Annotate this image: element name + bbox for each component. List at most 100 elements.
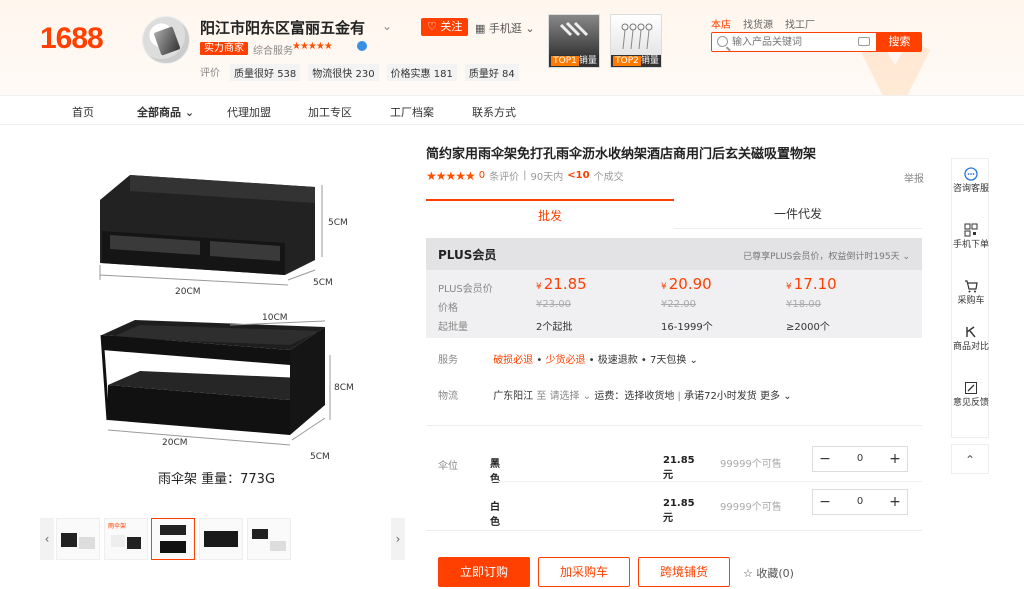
chevron-left-icon[interactable]: ‹ (40, 518, 54, 560)
destination-select[interactable]: 请选择 ⌄ (550, 391, 592, 402)
cross-border-button[interactable]: 跨境铺货 (638, 557, 730, 587)
plus-price-value: 20.90 (668, 275, 712, 293)
top-product-card[interactable]: TOP2 销量 (610, 14, 662, 68)
chip-count: 181 (433, 69, 453, 80)
shop-avatar[interactable] (142, 16, 190, 64)
plus-button[interactable]: + (883, 490, 907, 514)
product-main-image[interactable]: 20CM 5CM 5CM 10CM 8CM 20CM 5CM 雨伞架 重量：77… (40, 135, 405, 515)
dim-bottom-width: 20CM (162, 438, 188, 448)
plus-price-tier-2: ¥20.90 (661, 275, 712, 293)
plus-note[interactable]: 已尊享PLUS会员价，权益倒计时195天 ⌄ (743, 249, 910, 262)
mobile-browse-link[interactable]: ▦ 手机逛 ⌄ (475, 20, 535, 36)
search-input[interactable] (732, 35, 852, 49)
thumbnail[interactable]: 雨伞架 (104, 518, 148, 560)
plus-button[interactable]: + (883, 447, 907, 471)
section-divider (426, 530, 922, 531)
nav-agency[interactable]: 代理加盟 (227, 104, 271, 120)
site-logo[interactable]: 1688 (40, 22, 104, 56)
dim-top-width: 20CM (175, 287, 201, 297)
chevron-down-icon[interactable]: ⌄ (690, 355, 698, 366)
tool-customer-service[interactable]: 咨询客服 (952, 167, 990, 195)
logistics-row: 物流 广东阳江 至 请选择 ⌄ 运费：选择收货地 | 承诺72小时发货 更多 ⌄ (438, 387, 792, 402)
star-outline-icon: ☆ (743, 567, 753, 580)
more-label: 更多 (760, 391, 780, 402)
tool-mobile-order[interactable]: 手机下单 (952, 223, 990, 251)
service-item: 7天包换 (649, 355, 687, 366)
moq-tier-3: ≥2000个 (786, 322, 830, 333)
nav-all-products[interactable]: 全部商品 ⌄ (137, 104, 194, 120)
back-to-top-button[interactable]: ⌃ (951, 444, 989, 474)
follow-button[interactable]: ♡ 关注 (421, 18, 469, 36)
thumbnail[interactable] (56, 518, 100, 560)
quantity-stepper: − 0 + (812, 489, 908, 515)
service-item: 极速退款 (597, 355, 638, 366)
tool-label: 咨询客服 (952, 184, 989, 194)
minus-button[interactable]: − (813, 447, 837, 471)
top-label: 销量 (640, 56, 659, 66)
chevron-right-icon[interactable]: › (391, 518, 405, 560)
search-button[interactable]: 搜索 (877, 32, 922, 52)
thumbnail-image: 雨伞架 (108, 522, 141, 549)
logistics-origin: 广东阳江 (493, 391, 534, 402)
logistics-more[interactable]: 更多 ⌄ (760, 391, 792, 402)
deal-suffix: 个成交 (593, 172, 624, 183)
feedback-icon (965, 382, 977, 394)
thumbnail-strip: ‹ 雨伞架 › (40, 517, 405, 562)
quantity-input[interactable]: 0 (837, 490, 883, 514)
evaluation-chip[interactable]: 质量好 84 (464, 64, 519, 81)
services-label: 服务 (438, 355, 458, 366)
evaluation-tags: 评价 质量很好 538 物流很快 230 价格实惠 181 质量好 84 (200, 64, 519, 81)
divider: | (523, 170, 527, 181)
tab-find-source[interactable]: 找货源 (743, 16, 773, 31)
thumbnail-image (204, 531, 238, 547)
report-link[interactable]: 举报 (904, 170, 924, 185)
camera-icon[interactable] (858, 37, 870, 46)
moq-label: 起批量 (438, 322, 468, 333)
price-label: 价格 (438, 303, 458, 314)
add-to-cart-button[interactable]: 加采购车 (538, 557, 630, 587)
nav-factory[interactable]: 工厂档案 (390, 104, 434, 120)
tab-find-factory[interactable]: 找工厂 (785, 16, 815, 31)
chevron-down-icon: ⌄ (783, 391, 792, 402)
product-rating-row: ★★★★★ 0 条评价 | 90天内 <10 个成交 (426, 168, 624, 184)
thumbnail[interactable] (199, 518, 243, 560)
grid-icon: ▦ (475, 22, 486, 35)
compare-icon (966, 326, 976, 338)
thumbnail-active[interactable] (151, 518, 195, 560)
tab-wholesale[interactable]: 批发 (426, 199, 674, 229)
thumbnail[interactable] (247, 518, 291, 560)
strength-badge: 实力商家 (200, 42, 248, 55)
top-product-tag: TOP1 销量 (549, 55, 599, 67)
buy-now-button[interactable]: 立即订购 (438, 557, 530, 587)
nav-contact[interactable]: 联系方式 (472, 104, 516, 120)
sku-divider (490, 481, 922, 482)
tool-label: 商品对比 (952, 342, 989, 352)
evaluation-chip[interactable]: 物流很快 230 (308, 64, 379, 81)
shop-name[interactable]: 阳江市阳东区富丽五金有 (200, 17, 365, 38)
nav-processing[interactable]: 加工专区 (308, 104, 352, 120)
minus-button[interactable]: − (813, 490, 837, 514)
top-product-card[interactable]: TOP1 销量 (548, 14, 600, 68)
tool-compare[interactable]: 商品对比 (952, 325, 990, 353)
evaluation-chip[interactable]: 价格实惠 181 (386, 64, 457, 81)
chevron-down-icon[interactable]: ⌄ (382, 19, 392, 33)
currency: ¥ (786, 282, 792, 292)
thumbnail-image (61, 533, 95, 549)
dim-top-height: 5CM (328, 218, 348, 228)
tool-feedback[interactable]: 意见反馈 (952, 381, 990, 409)
review-count[interactable]: 0 (479, 170, 485, 181)
logistics-promise: 承诺72小时发货 (684, 391, 757, 402)
tab-dropship[interactable]: 一件代发 (674, 199, 922, 229)
tool-label: 意见反馈 (952, 398, 989, 408)
favorite-button[interactable]: ☆ 收藏(0) (743, 565, 794, 581)
tool-cart[interactable]: 采购车 (952, 279, 990, 307)
review-label[interactable]: 条评价 (489, 168, 519, 183)
services-row: 服务 破损必退 • 少货必退 • 极速退款 • 7天包换 ⌄ (438, 351, 698, 366)
tab-this-shop[interactable]: 本店 (711, 16, 731, 31)
nav-home[interactable]: 首页 (72, 104, 94, 120)
dim-bottom-height: 8CM (334, 383, 354, 393)
quantity-input[interactable]: 0 (837, 447, 883, 471)
evaluation-chip[interactable]: 质量很好 538 (230, 64, 301, 81)
chevron-down-icon: ⌄ (525, 22, 535, 35)
divider: | (677, 391, 681, 402)
